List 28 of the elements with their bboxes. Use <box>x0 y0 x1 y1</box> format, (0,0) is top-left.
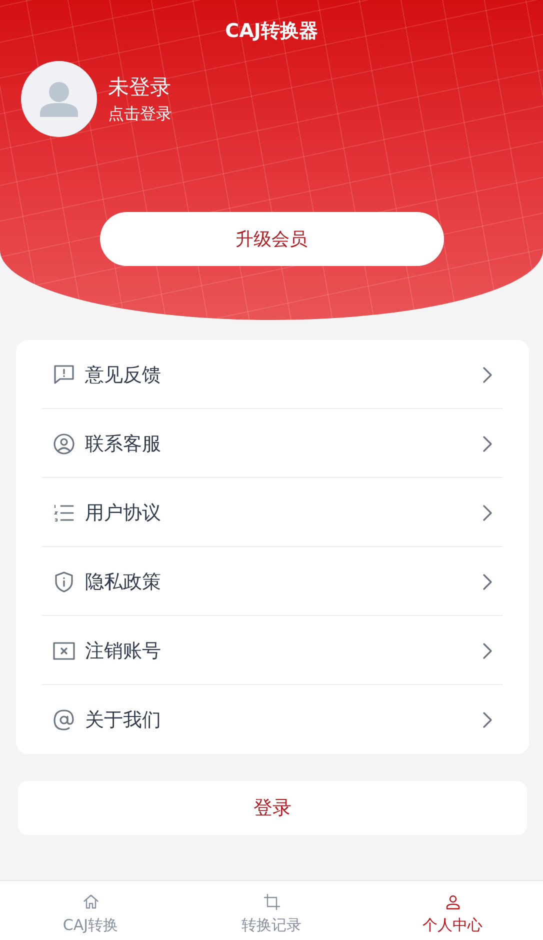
chevron-right-icon <box>481 640 493 660</box>
chat-alert-icon <box>52 362 76 386</box>
chevron-right-icon <box>481 572 493 592</box>
at-sign-icon <box>52 708 76 732</box>
tab-label: 转换记录 <box>242 915 302 935</box>
chevron-right-icon <box>481 502 493 522</box>
login-button[interactable]: 登录 <box>18 781 527 835</box>
menu-item[interactable]: 用户协议 <box>16 478 529 547</box>
menu-item[interactable]: 注销账号 <box>16 616 529 685</box>
tab-label: CAJ转换 <box>62 915 118 935</box>
user-name: 未登录 <box>108 74 172 101</box>
shield-info-icon <box>52 570 76 594</box>
menu-item[interactable]: 意见反馈 <box>16 340 529 409</box>
menu-item[interactable]: 关于我们 <box>16 685 529 754</box>
chevron-right-icon <box>481 710 493 730</box>
home-icon <box>82 893 100 911</box>
chevron-right-icon <box>481 434 493 454</box>
user-circle-icon <box>52 432 76 456</box>
login-link[interactable]: 点击登录 <box>108 103 172 125</box>
tab[interactable]: 个人中心 <box>362 881 543 940</box>
chevron-right-icon <box>481 364 493 384</box>
menu-item[interactable]: 隐私政策 <box>16 547 529 616</box>
person-icon <box>444 893 462 911</box>
upgrade-button[interactable]: 升级会员 <box>100 212 444 266</box>
crop-icon <box>262 893 280 911</box>
tab-label: 个人中心 <box>422 915 482 935</box>
menu-item[interactable]: 联系客服 <box>16 409 529 478</box>
app-title: CAJ转换器 <box>225 19 318 44</box>
